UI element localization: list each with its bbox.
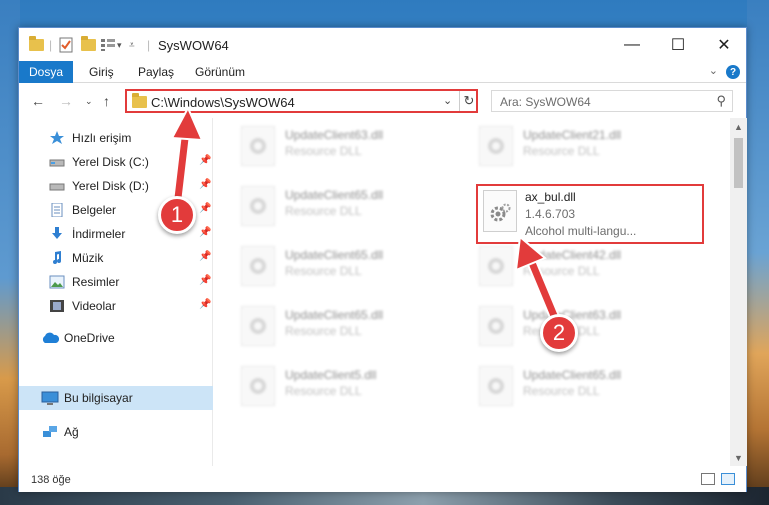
window-title: SysWOW64 bbox=[158, 38, 229, 53]
pictures-icon bbox=[49, 275, 65, 289]
pin-icon[interactable]: 📌 bbox=[199, 251, 211, 262]
view-options-icon[interactable] bbox=[101, 37, 115, 53]
address-dropdown-icon[interactable]: ⌄ bbox=[443, 94, 452, 107]
sidebar-item-local-disk-d[interactable]: Yerel Disk (D:) 📌 bbox=[19, 174, 213, 198]
sidebar-item-this-pc[interactable]: Bu bilgisayar bbox=[19, 386, 213, 410]
new-folder-icon[interactable] bbox=[81, 36, 96, 53]
search-icon[interactable]: ⚲ bbox=[716, 93, 726, 109]
file-description: Alcohol multi-langu... bbox=[525, 224, 637, 238]
sidebar-item-quick-access[interactable]: Hızlı erişim bbox=[19, 126, 213, 150]
pin-icon[interactable]: 📌 bbox=[199, 299, 211, 310]
tab-share[interactable]: Paylaş bbox=[138, 61, 174, 83]
dll-file-icon bbox=[479, 306, 513, 346]
dll-file-icon bbox=[241, 126, 275, 166]
refresh-icon[interactable]: ↻ bbox=[459, 91, 478, 111]
tiles-view-icon[interactable] bbox=[721, 473, 735, 485]
dll-file-icon bbox=[479, 246, 513, 286]
quick-access-dropdown-icon[interactable]: ▾ bbox=[117, 37, 122, 53]
separator: | bbox=[49, 38, 53, 52]
ribbon-expand-icon[interactable]: ⌄ bbox=[709, 64, 718, 77]
customize-toolbar-icon[interactable]: ⩡ bbox=[129, 37, 135, 53]
drive-icon bbox=[49, 179, 65, 193]
drive-icon bbox=[49, 155, 65, 169]
scroll-down-icon[interactable]: ▼ bbox=[730, 449, 747, 466]
details-view-icon[interactable] bbox=[701, 473, 715, 485]
separator: | bbox=[147, 38, 151, 52]
dll-file-icon bbox=[241, 306, 275, 346]
list-item[interactable]: UpdateClient65.dll Resource DLL bbox=[215, 180, 435, 234]
desktop-background-right bbox=[747, 0, 769, 505]
scroll-up-icon[interactable]: ▲ bbox=[730, 118, 747, 135]
sidebar-item-local-disk-c[interactable]: Yerel Disk (C:) 📌 bbox=[19, 150, 213, 174]
step-1-badge: 1 bbox=[158, 196, 196, 234]
list-item[interactable]: UpdateClient5.dll Resource DLL bbox=[215, 360, 435, 414]
navigation-pane: Hızlı erişim Yerel Disk (C:) 📌 Yerel Dis… bbox=[19, 118, 213, 466]
vertical-scrollbar[interactable]: ▲ ▼ bbox=[730, 118, 747, 466]
dll-file-icon bbox=[241, 186, 275, 226]
star-icon bbox=[49, 131, 65, 145]
pin-icon[interactable]: 📌 bbox=[199, 155, 211, 166]
recent-locations-icon[interactable]: ⌄ bbox=[85, 96, 93, 107]
gear-icon bbox=[490, 203, 511, 222]
videos-icon bbox=[49, 299, 65, 313]
step-2-badge: 2 bbox=[540, 314, 578, 352]
list-item[interactable]: UpdateClient21.dll Resource DLL bbox=[453, 120, 673, 174]
address-bar[interactable]: C:\Windows\SysWOW64 ⌄ ↻ bbox=[125, 89, 478, 113]
dll-file-icon bbox=[483, 190, 517, 232]
list-item[interactable]: UpdateClient42.dll Resource DLL bbox=[453, 240, 673, 294]
sidebar-item-pictures[interactable]: Resimler 📌 bbox=[19, 270, 213, 294]
forward-arrow-icon[interactable]: → bbox=[59, 93, 73, 109]
list-item[interactable]: UpdateClient63.dll Resource DLL bbox=[215, 120, 435, 174]
dll-file-icon bbox=[479, 126, 513, 166]
pin-icon[interactable]: 📌 bbox=[199, 179, 211, 190]
list-item[interactable]: UpdateClient65.dll Resource DLL bbox=[215, 240, 435, 294]
dll-file-icon bbox=[241, 246, 275, 286]
file-version: 1.4.6.703 bbox=[525, 207, 576, 221]
onedrive-icon bbox=[41, 331, 60, 345]
network-icon bbox=[41, 425, 57, 439]
download-icon bbox=[49, 227, 65, 241]
status-bar: 138 öğe bbox=[19, 466, 746, 492]
sidebar-item-music[interactable]: Müzik 📌 bbox=[19, 246, 213, 270]
dll-file-icon bbox=[241, 366, 275, 406]
list-item[interactable]: UpdateClient65.dll Resource DLL bbox=[453, 360, 673, 414]
list-item[interactable]: UpdateClient65.dll Resource DLL bbox=[215, 300, 435, 354]
navigation-bar: ← → ⌄ ↑ C:\Windows\SysWOW64 ⌄ ↻ Ara: Sys… bbox=[19, 84, 746, 118]
search-placeholder: Ara: SysWOW64 bbox=[500, 95, 591, 109]
file-name: ax_bul.dll bbox=[525, 190, 576, 204]
tab-home[interactable]: Giriş bbox=[89, 61, 114, 83]
dll-file-icon bbox=[479, 366, 513, 406]
ribbon-tabs: Dosya Giriş Paylaş Görünüm ⌄ ? bbox=[19, 61, 746, 83]
properties-icon[interactable] bbox=[59, 37, 73, 53]
music-icon bbox=[49, 251, 65, 265]
maximize-button[interactable]: ☐ bbox=[655, 28, 701, 61]
pin-icon[interactable]: 📌 bbox=[199, 227, 211, 238]
back-arrow-icon[interactable]: ← bbox=[31, 93, 45, 109]
close-button[interactable]: ✕ bbox=[701, 28, 747, 61]
minimize-button[interactable]: — bbox=[609, 28, 655, 61]
folder-icon bbox=[29, 36, 44, 53]
item-count: 138 öğe bbox=[31, 474, 71, 486]
title-bar: | ▾ ⩡ | SysWOW64 — ☐ ✕ bbox=[19, 28, 746, 61]
file-list: UpdateClient63.dll Resource DLL UpdateCl… bbox=[215, 118, 732, 466]
search-input[interactable]: Ara: SysWOW64 ⚲ bbox=[491, 90, 733, 112]
highlighted-file-ax-bul[interactable]: ax_bul.dll 1.4.6.703 Alcohol multi-langu… bbox=[479, 188, 701, 242]
sidebar-item-network[interactable]: Ağ bbox=[19, 420, 213, 444]
pin-icon[interactable]: 📌 bbox=[199, 275, 211, 286]
address-path[interactable]: C:\Windows\SysWOW64 bbox=[151, 95, 295, 110]
explorer-window: | ▾ ⩡ | SysWOW64 — ☐ ✕ Dosya Giriş Payla… bbox=[18, 27, 747, 492]
computer-icon bbox=[41, 391, 59, 405]
pin-icon[interactable]: 📌 bbox=[199, 203, 211, 214]
sidebar-item-onedrive[interactable]: OneDrive bbox=[19, 326, 213, 350]
tab-view[interactable]: Görünüm bbox=[195, 61, 245, 83]
up-arrow-icon[interactable]: ↑ bbox=[103, 93, 110, 109]
scroll-thumb[interactable] bbox=[734, 138, 743, 188]
documents-icon bbox=[49, 202, 65, 218]
sidebar-item-videos[interactable]: Videolar 📌 bbox=[19, 294, 213, 318]
folder-icon bbox=[132, 93, 147, 111]
tab-file[interactable]: Dosya bbox=[19, 61, 73, 83]
desktop-background-left bbox=[0, 0, 20, 505]
help-button[interactable]: ? bbox=[726, 65, 740, 79]
